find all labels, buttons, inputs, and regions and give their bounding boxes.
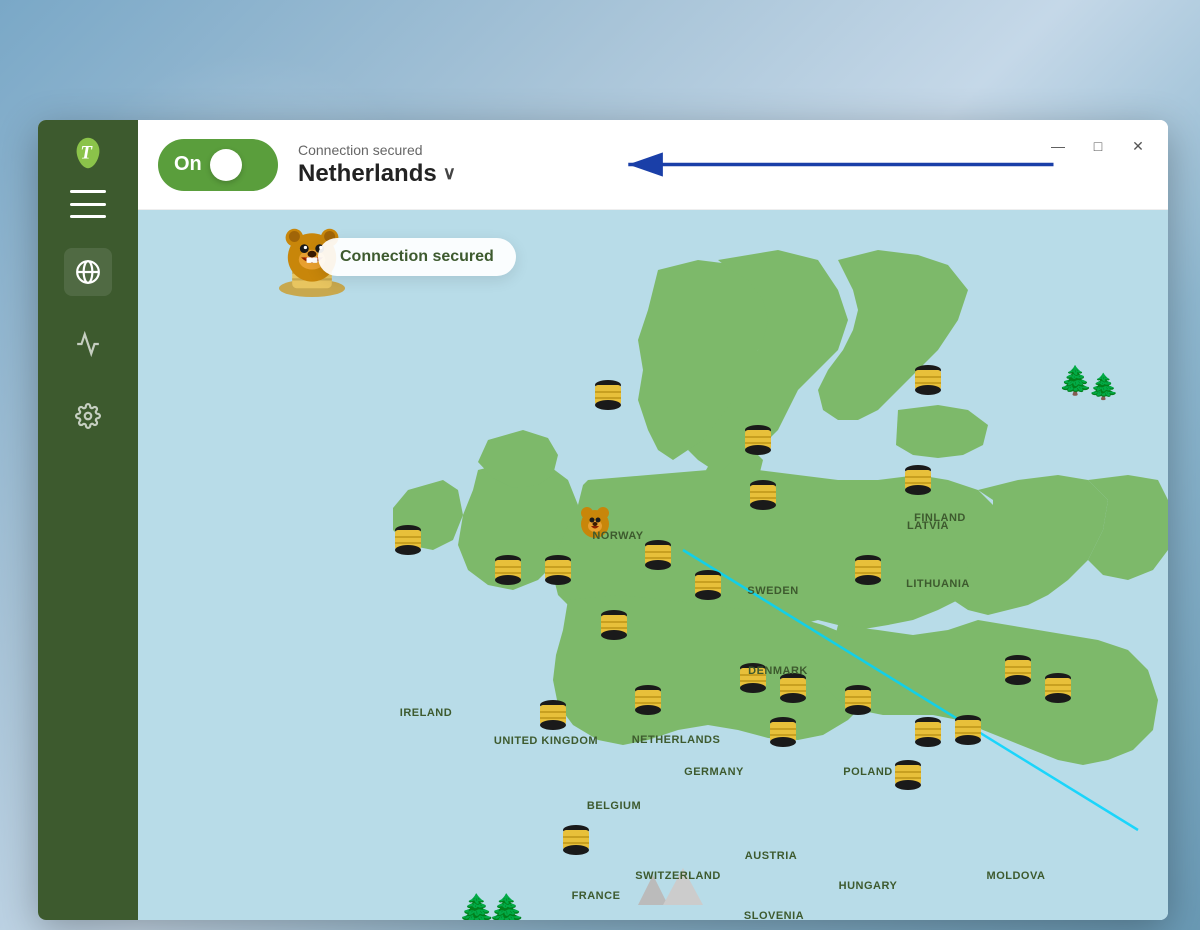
barrel-sweden[interactable] <box>740 422 776 458</box>
label-france: FRANCE <box>572 890 621 902</box>
label-uk: UNITED KINGDOM <box>494 735 598 747</box>
barrel-ireland[interactable] <box>390 522 426 558</box>
barrel-finland[interactable] <box>910 362 946 398</box>
svg-text:🌲: 🌲 <box>1088 372 1119 401</box>
blue-arrow-annotation <box>138 120 1168 209</box>
label-germany: GERMANY <box>684 766 744 778</box>
sidebar-item-map[interactable] <box>64 248 112 296</box>
barrel-romania-2[interactable] <box>950 712 986 748</box>
barrel-poland[interactable] <box>850 552 886 588</box>
connection-secured-popup: Connection secured <box>318 238 516 276</box>
sidebar: T <box>38 120 138 920</box>
chevron-down-icon: ∨ <box>443 163 456 184</box>
barrel-bottom[interactable] <box>558 822 594 858</box>
barrel-serbia[interactable] <box>890 757 926 793</box>
label-austria: AUSTRIA <box>745 850 797 862</box>
sidebar-item-servers[interactable] <box>64 320 112 368</box>
barrel-denmark[interactable] <box>745 477 781 513</box>
barrel-moldova-1[interactable] <box>1000 652 1036 688</box>
connection-status-text: Connection secured <box>298 142 456 158</box>
toggle-knob <box>210 149 242 181</box>
label-lithuania: LITHUANIA <box>906 578 970 590</box>
barrel-moldova-2[interactable] <box>1040 670 1076 706</box>
label-hungary: HUNGARY <box>839 880 898 892</box>
label-moldova: MOLDOVA <box>987 870 1046 882</box>
map-area: 🌲 🌲 🌲 🌲 <box>138 210 1168 920</box>
barrel-hungary[interactable] <box>840 682 876 718</box>
menu-button[interactable] <box>70 190 106 218</box>
barrel-switzerland[interactable] <box>630 682 666 718</box>
barrel-uk-2[interactable] <box>540 552 576 588</box>
toggle-label: On <box>174 153 202 176</box>
minimize-button[interactable]: — <box>1044 132 1072 160</box>
barrel-uk-1[interactable] <box>490 552 526 588</box>
vpn-window: T <box>38 120 1168 920</box>
sidebar-nav <box>64 248 112 908</box>
connection-secured-text: Connection secured <box>340 248 494 266</box>
label-latvia: LATVIA <box>907 520 949 532</box>
top-bar: On Connection secured Netherlands ∨ <box>138 120 1168 210</box>
connection-info: Connection secured Netherlands ∨ <box>298 142 456 188</box>
barrel-netherlands[interactable] <box>640 537 676 573</box>
label-switzerland: SWITZERLAND <box>635 870 721 882</box>
barrel-slovenia[interactable] <box>765 714 801 750</box>
label-netherlands: NETHERLANDS <box>632 734 721 746</box>
barrel-france[interactable] <box>535 697 571 733</box>
label-slovenia: SLOVENIA <box>744 910 804 920</box>
label-poland: POLAND <box>843 766 892 778</box>
connection-country[interactable]: Netherlands ∨ <box>298 160 456 188</box>
svg-text:T: T <box>80 143 93 164</box>
main-content: On Connection secured Netherlands ∨ <box>138 120 1168 920</box>
label-denmark: DENMARK <box>748 665 808 677</box>
close-button[interactable]: ✕ <box>1124 132 1152 160</box>
barrel-norway[interactable] <box>590 377 626 413</box>
label-ireland: IRELAND <box>400 707 452 719</box>
label-sweden: SWEDEN <box>747 585 798 597</box>
barrel-latvia[interactable] <box>900 462 936 498</box>
country-name: Netherlands <box>298 160 437 188</box>
svg-text:🌲: 🌲 <box>488 892 525 920</box>
app-logo[interactable]: T <box>67 132 109 174</box>
label-norway: NORWAY <box>592 530 643 542</box>
maximize-button[interactable]: □ <box>1084 132 1112 160</box>
vpn-toggle[interactable]: On <box>158 139 278 191</box>
barrel-germany[interactable] <box>690 567 726 603</box>
sidebar-item-settings[interactable] <box>64 392 112 440</box>
label-belgium: BELGIUM <box>587 800 641 812</box>
barrel-belgium[interactable] <box>596 607 632 643</box>
barrel-romania-1[interactable] <box>910 714 946 750</box>
window-controls: — □ ✕ <box>1044 132 1152 160</box>
